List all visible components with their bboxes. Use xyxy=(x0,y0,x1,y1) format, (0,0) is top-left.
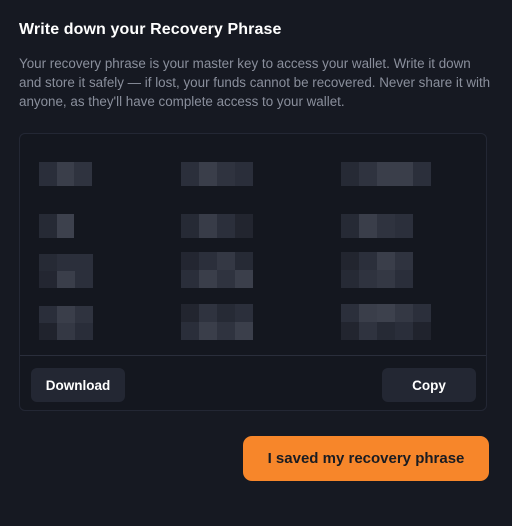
recovery-phrase-panel: Write down your Recovery Phrase Your rec… xyxy=(0,0,512,526)
recovery-word-10 xyxy=(39,306,93,340)
download-button[interactable]: Download xyxy=(31,368,125,402)
recovery-word-6 xyxy=(341,214,413,238)
recovery-word-3 xyxy=(341,162,431,186)
recovery-word-12 xyxy=(341,304,431,340)
recovery-word-1 xyxy=(39,162,92,186)
page-description: Your recovery phrase is your master key … xyxy=(19,56,491,109)
recovery-word-5 xyxy=(181,214,253,238)
recovery-phrase-box: Download Copy xyxy=(19,133,487,411)
recovery-word-9 xyxy=(341,252,413,288)
recovery-word-2 xyxy=(181,162,253,186)
recovery-word-7 xyxy=(39,254,93,288)
confirm-saved-button[interactable]: I saved my recovery phrase xyxy=(243,436,489,481)
page-title: Write down your Recovery Phrase xyxy=(19,21,282,38)
recovery-word-11 xyxy=(181,304,253,340)
copy-button[interactable]: Copy xyxy=(382,368,476,402)
recovery-word-4 xyxy=(39,214,74,238)
phrase-divider xyxy=(20,355,486,356)
recovery-word-8 xyxy=(181,252,253,288)
recovery-phrase-grid xyxy=(20,134,486,354)
